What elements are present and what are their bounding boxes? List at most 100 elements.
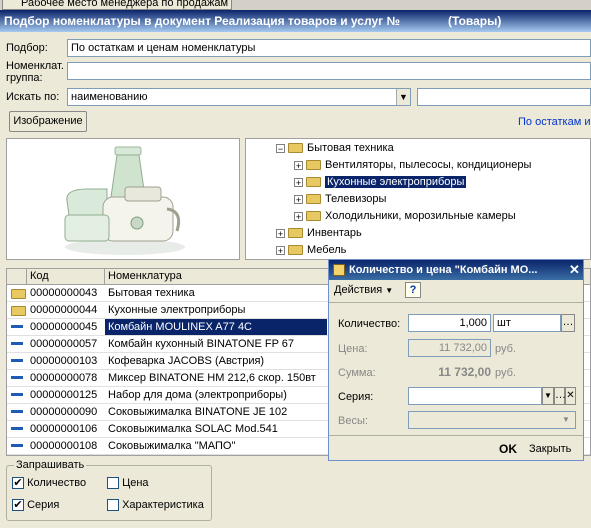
tree-item[interactable]: + Телевизоры [294,191,386,207]
dialog-title-bar: Количество и цена "Комбайн MO... [329,260,583,280]
search-by-label: Искать по: [6,91,60,103]
sum-value: 11 732,00 [438,365,491,379]
price-input: 11 732,00 [408,339,491,357]
image-button[interactable]: Изображение [9,111,87,132]
search-by-select[interactable]: наименованию [67,88,411,106]
chevron-down-icon: ▼ [385,286,394,295]
item-icon [11,387,23,399]
folder-icon [306,160,321,171]
series-select-button[interactable]: … [554,387,566,405]
row-code: 00000000103 [30,355,98,367]
header-icon-col [7,269,27,284]
weight-select [408,411,576,429]
char-checkbox-wrap[interactable]: Характеристика [107,499,204,512]
folder-icon [306,211,321,222]
item-icon [11,421,23,433]
nomenkl-group-field[interactable] [67,62,591,80]
char-checkbox[interactable] [107,499,119,512]
item-icon [11,404,23,416]
divider [329,302,583,303]
expand-icon[interactable]: + [294,194,303,204]
folder-icon [306,177,321,188]
item-icon [11,319,23,331]
dialog-title: Количество и цена "Комбайн MO... [349,264,538,276]
row-code: 00000000108 [30,440,98,452]
podbor-label: Подбор: [6,42,48,54]
row-code: 00000000057 [30,338,98,350]
price-checkbox-wrap[interactable]: Цена [107,477,149,490]
tree-item[interactable]: + Холодильники, морозильные камеры [294,208,516,224]
price-checkbox[interactable] [107,477,119,490]
folder-icon [288,143,303,154]
collapse-icon[interactable]: − [276,143,285,153]
product-image-panel [6,138,240,260]
row-code: 00000000090 [30,406,98,418]
series-clear-icon[interactable]: ✕ [565,387,576,405]
expand-icon[interactable]: + [294,177,303,187]
unit-input[interactable]: шт [493,314,561,332]
qty-checkbox[interactable]: ✔ [12,477,24,490]
expand-icon[interactable]: + [294,160,303,170]
folder-icon [288,228,303,239]
expand-icon[interactable]: + [294,211,303,221]
qty-checkbox-label: Количество [27,477,87,489]
window-title-bar: Подбор номенклатуры в документ Реализаци… [0,10,591,32]
workplace-tab[interactable]: Рабочее место менеджера по продажам [2,0,232,10]
series-dropdown-icon[interactable]: ▼ [542,387,554,405]
item-icon [11,370,23,382]
row-name: Комбайн MOULINEX A77 4C [105,319,327,335]
series-input[interactable] [408,387,542,405]
tree-item[interactable]: + Инвентарь [276,225,362,241]
ok-button[interactable]: OK [499,442,517,456]
actions-menu[interactable]: Действия ▼ [334,284,393,296]
weight-label: Весы: [338,415,368,427]
tree-item[interactable]: + Мебель [276,242,346,258]
qty-label: Количество: [338,318,401,330]
unit-select-button[interactable]: … [561,314,575,332]
row-code: 00000000044 [30,304,98,316]
tree-item-selected[interactable]: + Кухонные электроприборы [294,174,467,190]
food-processor-image [64,146,185,255]
row-code: 00000000125 [30,389,98,401]
series-checkbox-label: Серия [27,499,60,511]
groups-tree: − Бытовая техника + Вентиляторы, пылесосы,… [245,138,591,260]
sum-currency: руб. [495,367,516,379]
weight-dropdown-icon: ▼ [562,415,570,424]
ask-group [6,465,212,521]
price-currency: руб. [495,343,516,355]
search-text-field[interactable] [417,88,591,106]
row-code: 00000000043 [30,287,98,299]
divider [329,435,583,436]
window-subtitle: (Товары) [448,14,502,28]
close-button[interactable]: Закрыть [529,443,571,455]
series-checkbox-wrap[interactable]: ✔ Серия [12,499,60,512]
search-by-value: наименованию [71,91,148,103]
qty-price-dialog: Количество и цена "Комбайн MO... ✕ Дейст… [328,259,584,461]
price-checkbox-label: Цена [122,477,149,489]
expand-icon[interactable]: + [276,228,285,238]
qty-checkbox-wrap[interactable]: ✔ Количество [12,477,87,490]
folder-icon [11,305,26,317]
sum-label: Сумма: [338,367,376,379]
dialog-app-icon [333,264,345,276]
mode-link[interactable]: По остаткам и [518,116,590,128]
tree-item[interactable]: + Вентиляторы, пылесосы, кондиционеры [294,157,531,173]
folder-icon [288,245,303,256]
qty-input[interactable]: 1,000 [408,314,491,332]
row-code: 00000000078 [30,372,98,384]
podbor-field[interactable]: По остаткам и ценам номенклатуры [67,39,591,57]
close-icon[interactable]: ✕ [567,262,582,277]
series-checkbox[interactable]: ✔ [12,499,24,512]
dropdown-arrow-icon[interactable]: ▼ [396,89,410,105]
price-label: Цена: [338,343,368,355]
actions-label: Действия [334,284,383,296]
expand-icon[interactable]: + [276,245,285,255]
tree-item[interactable]: − Бытовая техника [276,140,394,156]
folder-icon [11,288,26,300]
window-title: Подбор номенклатуры в документ Реализаци… [4,14,400,28]
top-tab-bar: Рабочее место менеджера по продажам [0,0,591,10]
help-icon[interactable]: ? [405,282,421,298]
header-code[interactable]: Код [27,269,105,284]
item-icon [11,336,23,348]
nomenkl-label-2: группа: [6,72,43,84]
